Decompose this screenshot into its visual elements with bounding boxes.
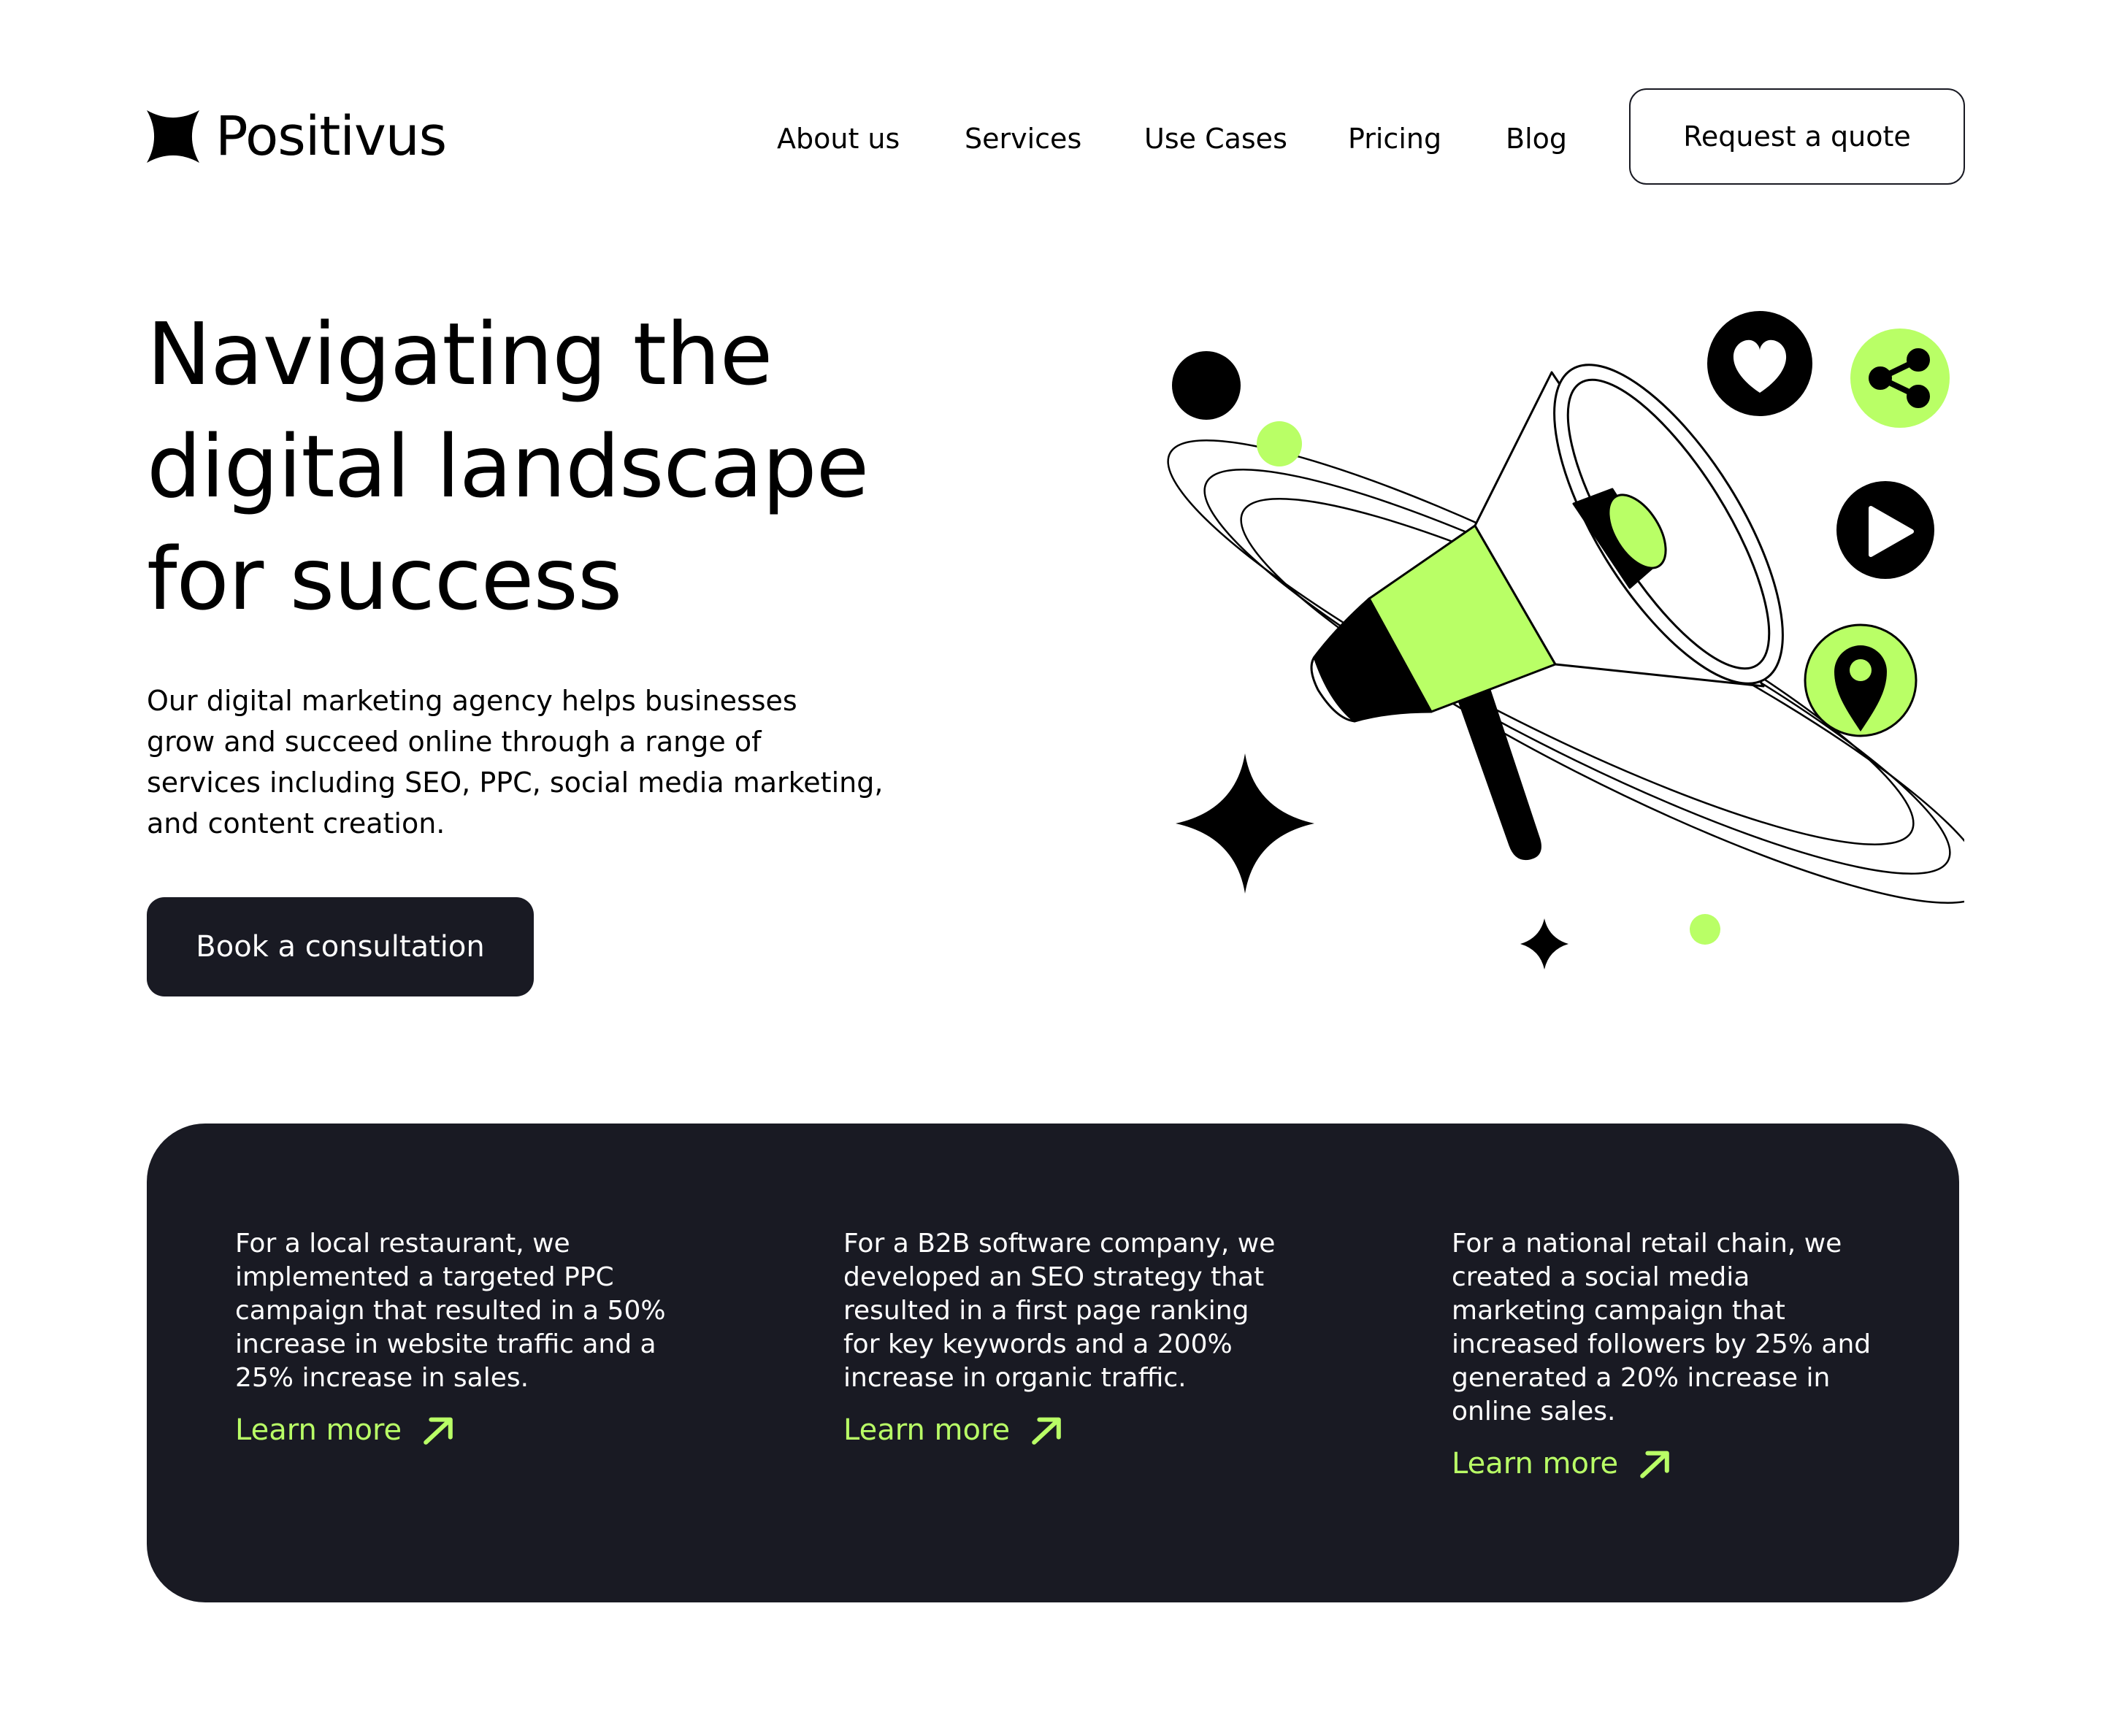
- sparkle-star-icon: [1520, 918, 1568, 969]
- case-line: campaign that resulted in a 50%: [235, 1296, 666, 1326]
- nav-blog[interactable]: Blog: [1506, 117, 1567, 161]
- hero-description: Our digital marketing agency helps busin…: [147, 680, 906, 844]
- case-study-card: For a B2B software company, we developed…: [843, 1227, 1282, 1448]
- arrow-up-right-icon: [1032, 1417, 1061, 1445]
- arrow-up-right-icon: [424, 1417, 453, 1445]
- black-dot: [1172, 351, 1241, 420]
- learn-more-link[interactable]: Learn more: [235, 1413, 456, 1448]
- case-study-text: For a B2B software company, we developed…: [843, 1227, 1282, 1395]
- nav-about-us[interactable]: About us: [777, 117, 900, 161]
- green-dot: [1257, 421, 1302, 466]
- learn-more-label: Learn more: [1452, 1447, 1619, 1480]
- book-consultation-button[interactable]: Book a consultation: [147, 897, 534, 996]
- case-line: online sales.: [1452, 1397, 1616, 1426]
- learn-more-label: Learn more: [843, 1413, 1011, 1447]
- nav-pricing[interactable]: Pricing: [1348, 117, 1441, 161]
- case-study-card: For a local restaurant, we implemented a…: [235, 1227, 673, 1448]
- case-line: developed an SEO strategy that: [843, 1262, 1265, 1292]
- case-line: increased followers by 25% and: [1452, 1329, 1872, 1359]
- heart-icon: [1707, 311, 1812, 416]
- share-icon: [1850, 329, 1950, 428]
- case-line: For a local restaurant, we: [235, 1229, 570, 1259]
- nav-services[interactable]: Services: [965, 117, 1081, 161]
- hero-description-line: services including SEO, PPC, social medi…: [147, 767, 884, 799]
- hero-title-line: Navigating the: [147, 304, 773, 404]
- green-dot: [1690, 914, 1720, 945]
- case-line: 25% increase in sales.: [235, 1363, 529, 1393]
- case-line: generated a 20% increase in: [1452, 1363, 1831, 1393]
- learn-more-link[interactable]: Learn more: [843, 1413, 1064, 1448]
- hero-title-line: digital landscape: [147, 416, 869, 517]
- case-line: increase in organic traffic.: [843, 1363, 1187, 1393]
- case-line: marketing campaign that: [1452, 1296, 1785, 1326]
- nav-use-cases[interactable]: Use Cases: [1144, 117, 1287, 161]
- learn-more-link[interactable]: Learn more: [1452, 1446, 1672, 1481]
- case-studies-panel: For a local restaurant, we implemented a…: [147, 1124, 1959, 1602]
- hero-illustration: [1167, 311, 1964, 969]
- case-line: For a national retail chain, we: [1452, 1229, 1842, 1259]
- hero-title-line: for success: [147, 529, 622, 629]
- arrow-up-right-icon: [1640, 1451, 1669, 1478]
- case-study-text: For a national retail chain, we created …: [1452, 1227, 1890, 1429]
- case-line: For a B2B software company, we: [843, 1229, 1276, 1259]
- location-pin-icon: [1804, 623, 1918, 737]
- hero-title: Navigating the digital landscape for suc…: [147, 298, 950, 635]
- case-line: implemented a targeted PPC: [235, 1262, 614, 1292]
- learn-more-label: Learn more: [235, 1413, 402, 1447]
- sparkle-star-icon: [1176, 753, 1314, 894]
- hero-description-line: grow and succeed online through a range …: [147, 726, 762, 758]
- request-quote-button[interactable]: Request a quote: [1629, 88, 1965, 185]
- play-icon: [1836, 481, 1934, 579]
- case-line: increase in website traffic and a: [235, 1329, 656, 1359]
- hero-description-line: Our digital marketing agency helps busin…: [147, 685, 797, 717]
- case-line: resulted in a first page ranking: [843, 1296, 1249, 1326]
- case-line: created a social media: [1452, 1262, 1750, 1292]
- case-line: for key keywords and a 200%: [843, 1329, 1233, 1359]
- case-study-card: For a national retail chain, we created …: [1452, 1227, 1890, 1481]
- case-study-text: For a local restaurant, we implemented a…: [235, 1227, 673, 1395]
- hero-description-line: and content creation.: [147, 807, 445, 840]
